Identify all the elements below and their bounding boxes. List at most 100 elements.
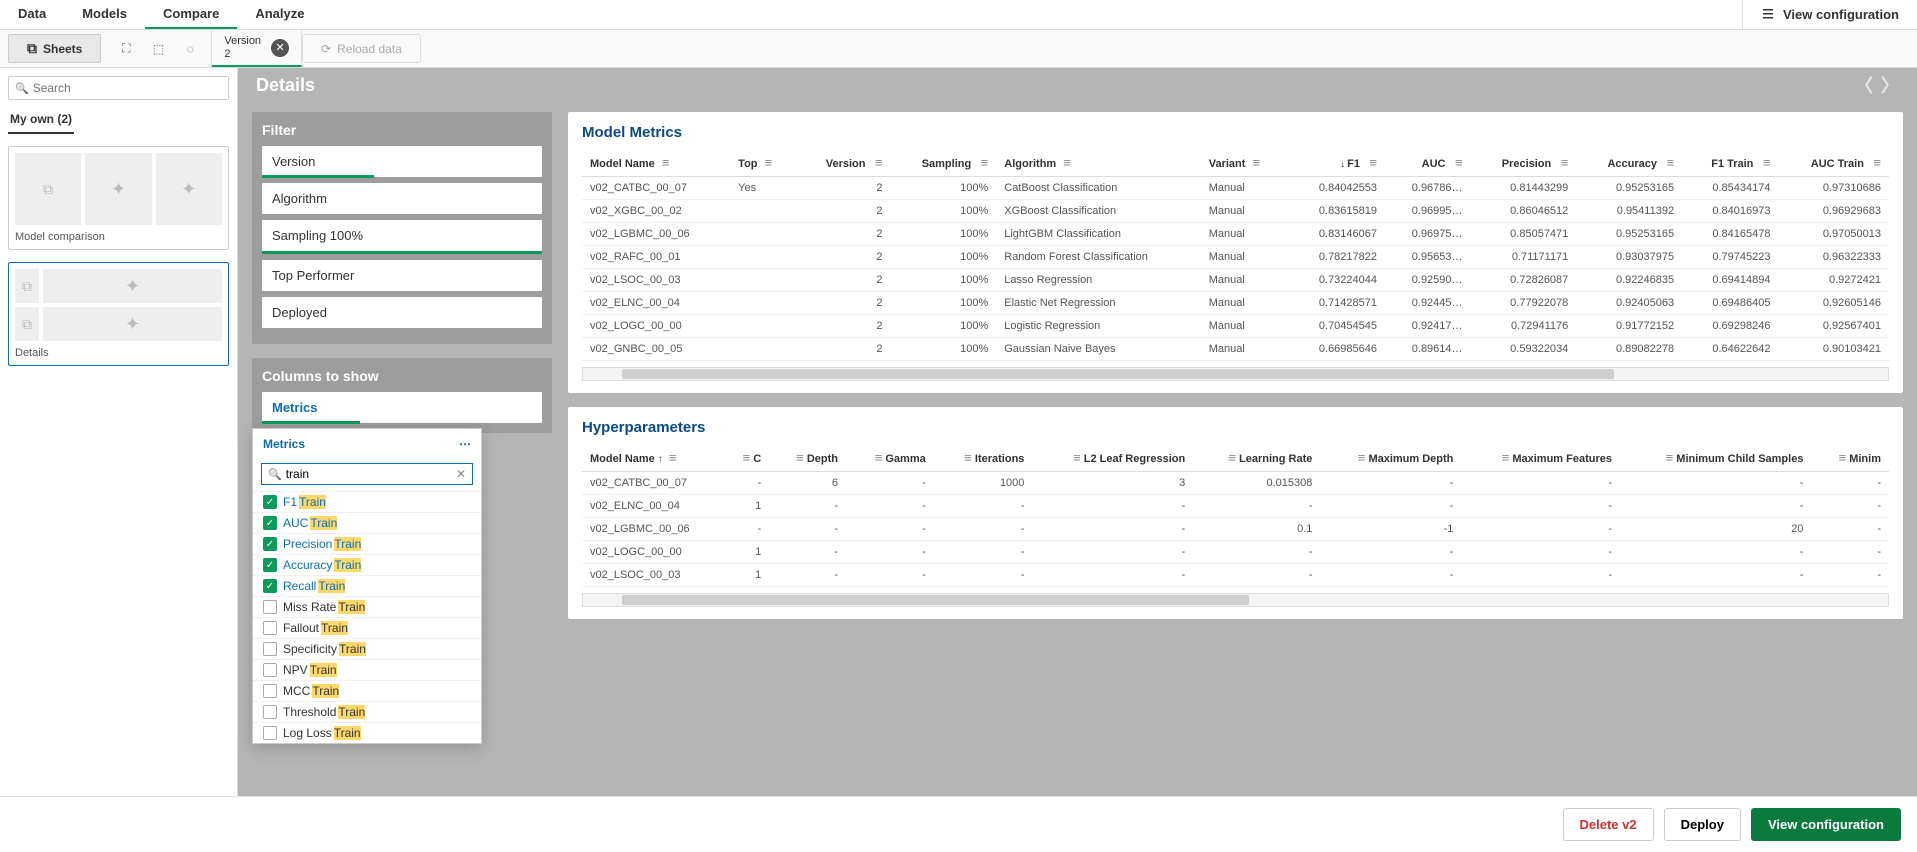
tab-analyze[interactable]: Analyze xyxy=(237,0,322,29)
column-header[interactable]: Top xyxy=(730,149,797,177)
column-header[interactable]: Model Name xyxy=(582,149,730,177)
column-header[interactable]: Maximum Depth xyxy=(1320,444,1461,472)
tab-data[interactable]: Data xyxy=(0,0,64,29)
delete-button[interactable]: Delete v2 xyxy=(1563,808,1654,841)
column-header[interactable]: Sampling xyxy=(891,149,997,177)
metric-option-auc-train[interactable]: ✓AUC Train xyxy=(253,512,481,533)
column-menu-icon[interactable] xyxy=(962,450,972,465)
table-row[interactable]: v02_CATBC_00_07Yes2100%CatBoost Classifi… xyxy=(582,177,1889,200)
metric-option-accuracy-train[interactable]: ✓Accuracy Train xyxy=(253,554,481,575)
table-row[interactable]: v02_CATBC_00_07-6-100030.015308---- xyxy=(582,472,1889,495)
checkbox-icon[interactable]: ✓ xyxy=(263,495,277,509)
filter-item-version[interactable]: Version xyxy=(262,146,542,177)
table-row[interactable]: v02_GNBC_00_052100%Gaussian Naive BayesM… xyxy=(582,338,1889,361)
model-metrics-hscroll[interactable] xyxy=(582,367,1889,381)
checkbox-icon[interactable] xyxy=(263,642,277,656)
column-header[interactable]: L2 Leaf Regression xyxy=(1032,444,1193,472)
checkbox-icon[interactable]: ✓ xyxy=(263,579,277,593)
view-configuration-top[interactable]: View configuration xyxy=(1742,0,1917,29)
column-header[interactable]: Minim xyxy=(1811,444,1889,472)
column-menu-icon[interactable] xyxy=(1355,450,1365,465)
version-tab[interactable]: Version 2 ✕ xyxy=(212,30,302,67)
column-menu-icon[interactable] xyxy=(1253,155,1263,170)
column-header[interactable]: F1 xyxy=(1290,149,1385,177)
metric-option-npv-train[interactable]: NPV Train xyxy=(253,659,481,680)
column-header[interactable]: Variant xyxy=(1201,149,1290,177)
table-row[interactable]: v02_ELNC_00_041--------- xyxy=(582,495,1889,518)
column-menu-icon[interactable] xyxy=(1226,450,1236,465)
column-menu-icon[interactable] xyxy=(1664,155,1674,170)
column-menu-icon[interactable] xyxy=(794,450,804,465)
column-menu-icon[interactable] xyxy=(669,450,679,465)
column-menu-icon[interactable] xyxy=(1558,155,1568,170)
filter-item-sampling-100-[interactable]: Sampling 100% xyxy=(262,220,542,254)
selection-tool-1-icon[interactable]: ⛶ xyxy=(113,36,139,62)
column-header[interactable]: Iterations xyxy=(934,444,1033,472)
column-menu-icon[interactable] xyxy=(1453,155,1463,170)
column-menu-icon[interactable] xyxy=(1663,450,1673,465)
selection-tool-3-icon[interactable]: ◌ xyxy=(177,36,203,62)
checkbox-icon[interactable]: ✓ xyxy=(263,537,277,551)
column-header[interactable]: C xyxy=(720,444,769,472)
table-row[interactable]: v02_LGBMC_00_062100%LightGBM Classificat… xyxy=(582,223,1889,246)
sheets-button[interactable]: Sheets xyxy=(8,34,101,63)
reload-data-button[interactable]: ⟳ Reload data xyxy=(302,34,421,63)
next-sheet-icon[interactable]: 〉 xyxy=(1881,72,1899,98)
column-header[interactable]: Accuracy xyxy=(1576,149,1682,177)
metric-option-fallout-train[interactable]: Fallout Train xyxy=(253,617,481,638)
column-menu-icon[interactable] xyxy=(873,155,883,170)
checkbox-icon[interactable] xyxy=(263,726,277,740)
column-menu-icon[interactable] xyxy=(740,450,750,465)
myown-tab[interactable]: My own (2) xyxy=(8,106,74,134)
column-menu-icon[interactable] xyxy=(1367,155,1377,170)
column-menu-icon[interactable] xyxy=(978,155,988,170)
filter-item-deployed[interactable]: Deployed xyxy=(262,297,542,328)
filter-item-top-performer[interactable]: Top Performer xyxy=(262,260,542,291)
table-row[interactable]: v02_LOGC_00_001--------- xyxy=(582,541,1889,564)
column-header[interactable]: Algorithm xyxy=(996,149,1201,177)
table-row[interactable]: v02_RAFC_00_012100%Random Forest Classif… xyxy=(582,246,1889,269)
clear-search-icon[interactable]: ✕ xyxy=(456,467,466,481)
column-header[interactable]: Model Name xyxy=(582,444,720,472)
metrics-more-icon[interactable] xyxy=(459,437,471,451)
column-menu-icon[interactable] xyxy=(1871,155,1881,170)
column-menu-icon[interactable] xyxy=(1071,450,1081,465)
table-row[interactable]: v02_LOGC_00_002100%Logistic RegressionMa… xyxy=(582,315,1889,338)
hyperparams-hscroll[interactable] xyxy=(582,593,1889,607)
view-configuration-button[interactable]: View configuration xyxy=(1751,808,1901,841)
prev-sheet-icon[interactable]: 〈 xyxy=(1855,72,1873,98)
metric-option-precision-train[interactable]: ✓Precision Train xyxy=(253,533,481,554)
checkbox-icon[interactable] xyxy=(263,600,277,614)
column-header[interactable]: Gamma xyxy=(846,444,934,472)
checkbox-icon[interactable] xyxy=(263,663,277,677)
tab-compare[interactable]: Compare xyxy=(145,0,237,29)
column-header[interactable]: Version xyxy=(797,149,890,177)
column-menu-icon[interactable] xyxy=(1063,155,1073,170)
table-row[interactable]: v02_LSOC_00_031--------- xyxy=(582,564,1889,587)
metric-option-log-loss-train[interactable]: Log Loss Train xyxy=(253,722,481,743)
metric-option-miss-rate-train[interactable]: Miss Rate Train xyxy=(253,596,481,617)
metric-option-f1-train[interactable]: ✓F1 Train xyxy=(253,491,481,512)
column-menu-icon[interactable] xyxy=(1499,450,1509,465)
column-header[interactable]: Precision xyxy=(1471,149,1577,177)
table-row[interactable]: v02_XGBC_00_022100%XGBoost Classificatio… xyxy=(582,200,1889,223)
sheet-search[interactable] xyxy=(8,76,229,100)
table-row[interactable]: v02_LSOC_00_032100%Lasso RegressionManua… xyxy=(582,269,1889,292)
column-menu-icon[interactable] xyxy=(1760,155,1770,170)
metric-option-threshold-train[interactable]: Threshold Train xyxy=(253,701,481,722)
metric-option-recall-train[interactable]: ✓Recall Train xyxy=(253,575,481,596)
checkbox-icon[interactable]: ✓ xyxy=(263,516,277,530)
column-header[interactable]: Depth xyxy=(769,444,846,472)
column-header[interactable]: AUC xyxy=(1385,149,1471,177)
metric-option-specificity-train[interactable]: Specificity Train xyxy=(253,638,481,659)
filter-item-algorithm[interactable]: Algorithm xyxy=(262,183,542,214)
sheet-thumb-model-comparison[interactable]: Model comparison xyxy=(8,146,229,250)
column-header[interactable]: Learning Rate xyxy=(1193,444,1320,472)
metrics-search-input[interactable] xyxy=(286,467,452,481)
close-version-icon[interactable]: ✕ xyxy=(271,39,289,57)
column-header[interactable]: AUC Train xyxy=(1778,149,1889,177)
column-menu-icon[interactable] xyxy=(662,155,672,170)
metric-option-mcc-train[interactable]: MCC Train xyxy=(253,680,481,701)
sheet-search-input[interactable] xyxy=(33,81,222,95)
checkbox-icon[interactable] xyxy=(263,705,277,719)
